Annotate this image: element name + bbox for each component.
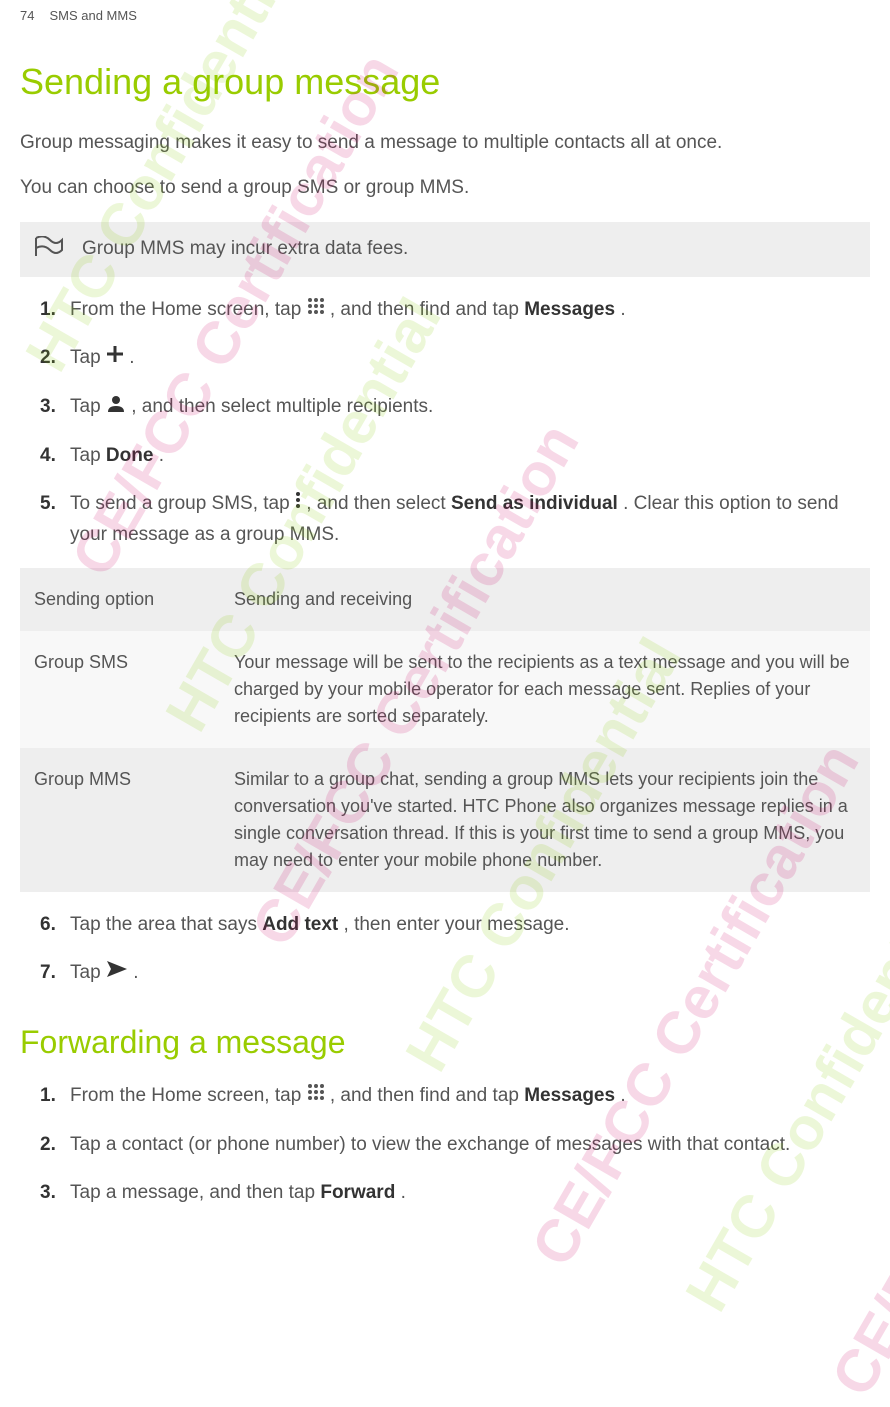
- table-cell: Group MMS: [20, 748, 220, 892]
- step-1: From the Home screen, tap , and then fin…: [40, 1081, 870, 1112]
- step-text: Tap: [70, 396, 106, 417]
- step-2: Tap .: [40, 343, 870, 374]
- step-text: .: [401, 1182, 406, 1203]
- step-4: Tap Done .: [40, 441, 870, 471]
- step-text: , and then find and tap: [330, 299, 524, 320]
- page-section-label: SMS and MMS: [49, 8, 136, 23]
- step-text: Tap: [70, 445, 106, 466]
- table-cell: Your message will be sent to the recipie…: [220, 631, 870, 748]
- note-box: Group MMS may incur extra data fees.: [20, 222, 870, 277]
- step-3: Tap , and then select multiple recipient…: [40, 392, 870, 423]
- step-text: Tap the area that says: [70, 914, 262, 935]
- table-row: Group MMS Similar to a group chat, sendi…: [20, 748, 870, 892]
- step-text: Tap: [70, 963, 106, 984]
- step-bold: Add text: [262, 914, 338, 935]
- step-2: Tap a contact (or phone number) to view …: [40, 1130, 870, 1160]
- step-text: , and then select: [306, 493, 451, 514]
- send-icon: [106, 958, 128, 988]
- step-7: Tap .: [40, 958, 870, 989]
- step-3: Tap a message, and then tap Forward .: [40, 1178, 870, 1208]
- step-bold: Forward: [320, 1182, 395, 1203]
- step-text: Tap: [70, 348, 106, 369]
- table-header-col1: Sending option: [20, 568, 220, 631]
- step-text: , then enter your message.: [344, 914, 570, 935]
- table-cell: Similar to a group chat, sending a group…: [220, 748, 870, 892]
- table-row: Group SMS Your message will be sent to t…: [20, 631, 870, 748]
- step-text: Tap a message, and then tap: [70, 1182, 320, 1203]
- contact-icon: [106, 392, 126, 422]
- step-text: , and then select multiple recipients.: [131, 396, 433, 417]
- table-row: Sending option Sending and receiving: [20, 568, 870, 631]
- apps-grid-icon: [307, 295, 325, 325]
- table-header-col2: Sending and receiving: [220, 568, 870, 631]
- step-1: From the Home screen, tap , and then fin…: [40, 295, 870, 326]
- step-bold: Done: [106, 445, 154, 466]
- intro-text-1: Group messaging makes it easy to send a …: [20, 128, 870, 158]
- page-header: 74 SMS and MMS: [0, 0, 890, 31]
- step-6: Tap the area that says Add text , then e…: [40, 910, 870, 940]
- step-text: Tap a contact (or phone number) to view …: [70, 1134, 790, 1155]
- step-5: To send a group SMS, tap , and then sele…: [40, 489, 870, 550]
- menu-dots-icon: [295, 489, 301, 519]
- steps-list-sending: From the Home screen, tap , and then fin…: [40, 295, 870, 550]
- heading-sending-group: Sending a group message: [20, 61, 870, 103]
- step-text: .: [133, 963, 138, 984]
- plus-icon: [106, 343, 124, 373]
- note-text: Group MMS may incur extra data fees.: [82, 238, 408, 260]
- heading-forwarding: Forwarding a message: [20, 1024, 870, 1061]
- step-text: .: [159, 445, 164, 466]
- sending-options-table: Sending option Sending and receiving Gro…: [20, 568, 870, 892]
- table-cell: Group SMS: [20, 631, 220, 748]
- step-bold: Messages: [524, 299, 615, 320]
- steps-list-sending-continued: Tap the area that says Add text , then e…: [40, 910, 870, 989]
- step-text: , and then find and tap: [330, 1085, 524, 1106]
- step-text: .: [620, 299, 625, 320]
- intro-text-2: You can choose to send a group SMS or gr…: [20, 173, 870, 203]
- page-number: 74: [20, 8, 34, 23]
- step-text: To send a group SMS, tap: [70, 493, 295, 514]
- note-flag-icon: [34, 236, 64, 263]
- step-text: .: [129, 348, 134, 369]
- step-text: From the Home screen, tap: [70, 1085, 307, 1106]
- steps-list-forwarding: From the Home screen, tap , and then fin…: [40, 1081, 870, 1208]
- apps-grid-icon: [307, 1081, 325, 1111]
- step-bold: Send as individual: [451, 493, 618, 514]
- step-bold: Messages: [524, 1085, 615, 1106]
- step-text: From the Home screen, tap: [70, 299, 307, 320]
- step-text: .: [620, 1085, 625, 1106]
